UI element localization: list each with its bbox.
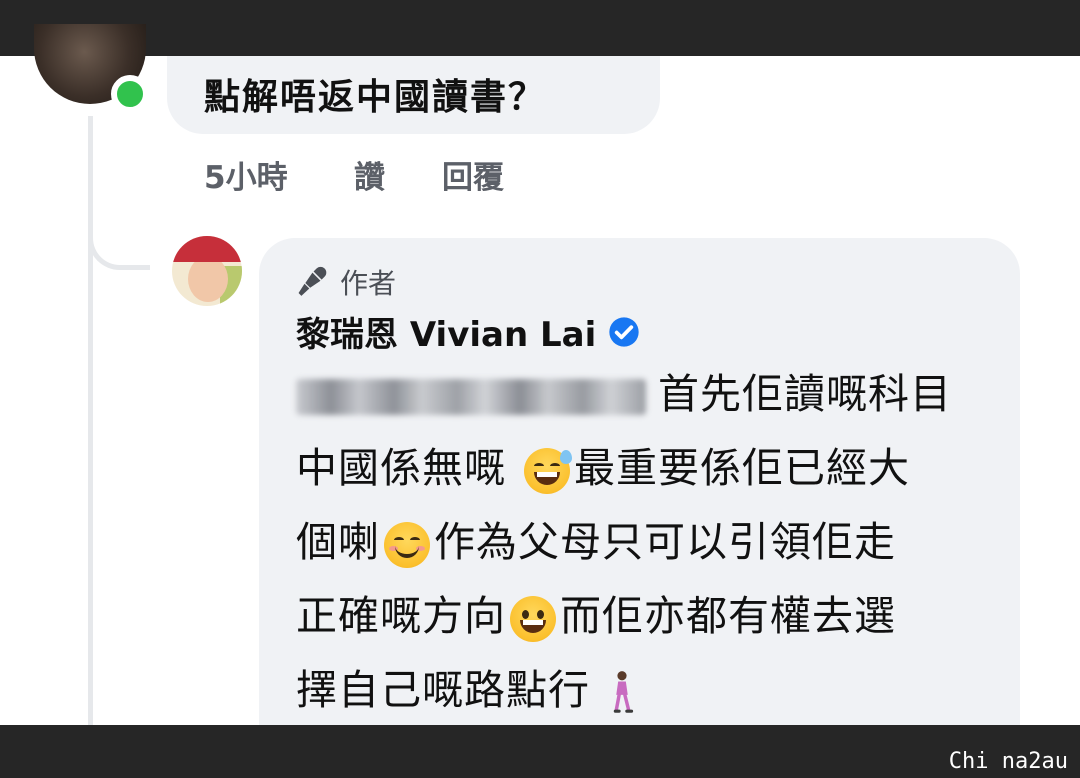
reply-text: 正確嘅方向 [296, 592, 506, 640]
blurred-mention [296, 379, 646, 415]
thread-connector [88, 200, 150, 270]
reply-line: 正確嘅方向 而佢亦都有權去選 [296, 582, 896, 642]
comment-timestamp[interactable]: 5小時 [204, 152, 288, 197]
reply-line: 中國係無嘅 最重要係佢已經大 [296, 434, 910, 494]
author-badge: 作者 [296, 262, 396, 302]
reply-text: 首先佢讀嘅科目 [658, 370, 952, 418]
reply-text: 最重要係佢已經大 [574, 444, 911, 492]
woman-walking-emoji [613, 671, 634, 713]
reply-line: 個喇 作為父母只可以引領佢走 [296, 508, 896, 568]
reply-text: 擇自己嘅路點行 [296, 666, 590, 714]
author-badge-label: 作者 [340, 267, 397, 300]
mic-icon [298, 266, 327, 296]
parent-comment-text: 點解唔返中國讀書？ [204, 77, 547, 118]
grinning-sweat-emoji [524, 448, 573, 494]
grinning-face-emoji [510, 596, 556, 642]
reply-button[interactable]: 回覆 [442, 152, 504, 197]
reply-line: 擇自己嘅路點行 [296, 656, 636, 716]
reply-text: 作為父母只可以引領佢走 [434, 518, 896, 566]
smiling-face-emoji [384, 522, 430, 568]
online-status-dot [111, 75, 149, 113]
reply-text: 而佢亦都有權去選 [560, 592, 896, 640]
reply-text: 中國係無嘅 [296, 444, 506, 492]
reply-text: 個喇 [296, 518, 380, 566]
avatar-face [188, 256, 228, 302]
author-name[interactable]: 黎瑞恩 Vivian Lai [296, 307, 596, 356]
author-avatar[interactable] [172, 236, 242, 306]
avatar-visor [172, 236, 242, 262]
reply-line: 首先佢讀嘅科目 [296, 360, 952, 420]
bottom-frame-bar: Chi na2au [0, 725, 1080, 778]
like-button[interactable]: 讚 [354, 152, 385, 197]
top-frame-bar [0, 0, 1080, 56]
verified-icon [609, 316, 639, 347]
author-name-row: 黎瑞恩 Vivian Lai [296, 307, 640, 356]
watermark-text: Chi na2au [948, 749, 1068, 774]
